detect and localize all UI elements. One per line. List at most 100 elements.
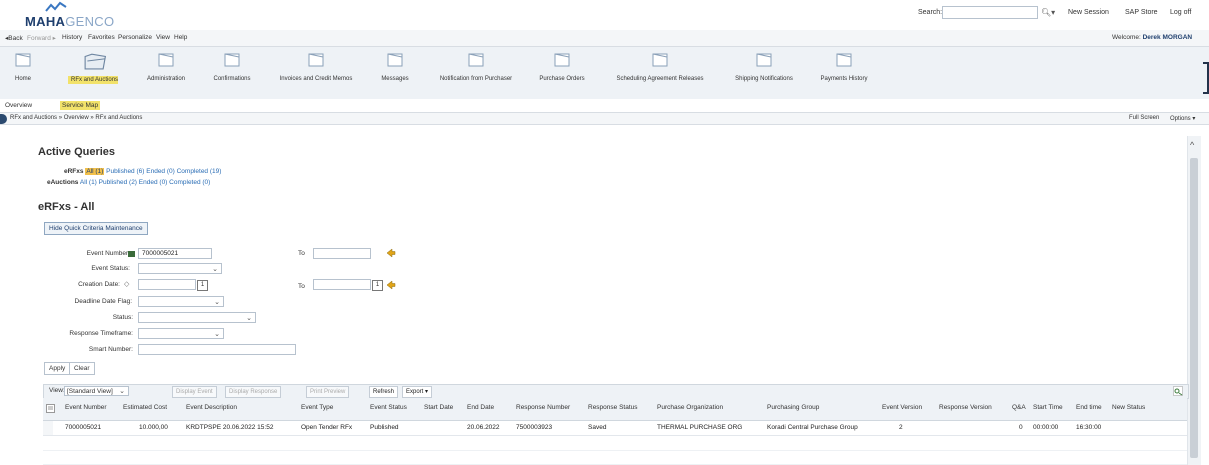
options-menu[interactable]: Options ▾ bbox=[1170, 115, 1195, 122]
display-response-button[interactable]: Display Response bbox=[225, 386, 282, 398]
erfx-published-link[interactable]: Published (6) bbox=[106, 168, 144, 175]
export-button[interactable]: Export ▾ bbox=[402, 386, 433, 398]
nav-scheduling-agreement-releases[interactable]: Scheduling Agreement Releases bbox=[605, 50, 715, 96]
erfx-ended-link[interactable]: Ended (0) bbox=[146, 168, 175, 175]
nav-notification-from-purchaser[interactable]: Notification from Purchaser bbox=[430, 50, 522, 96]
calendar-icon[interactable]: 1 bbox=[372, 280, 383, 291]
nav-shipping-notifications[interactable]: Shipping Notifications bbox=[728, 50, 800, 96]
column-header[interactable]: Estimated Cost bbox=[123, 404, 167, 411]
refresh-button[interactable]: Refresh bbox=[369, 386, 399, 398]
response-timeframe-select[interactable]: ⌄ bbox=[138, 328, 224, 339]
event-number-to-input[interactable] bbox=[313, 248, 371, 259]
nav-purchase-orders[interactable]: Purchase Orders bbox=[533, 50, 591, 96]
new-session-link[interactable]: New Session bbox=[1068, 9, 1109, 16]
eauction-ended-link[interactable]: Ended (0) bbox=[139, 179, 168, 186]
eauction-published-link[interactable]: Published (2) bbox=[99, 179, 137, 186]
folder-icon bbox=[224, 53, 240, 67]
column-header[interactable]: Purchase Organization bbox=[657, 404, 723, 411]
menu-view[interactable]: View bbox=[156, 34, 170, 41]
nav-payments-history[interactable]: Payments History bbox=[812, 50, 876, 96]
purchase-org-cell: THERMAL PURCHASE ORG bbox=[657, 424, 743, 431]
full-screen-link[interactable]: Full Screen bbox=[1129, 115, 1159, 121]
creation-date-to-input[interactable] bbox=[313, 279, 371, 290]
sap-store-link[interactable]: SAP Store bbox=[1125, 9, 1158, 16]
eauction-completed-link[interactable]: Completed (0) bbox=[169, 179, 210, 186]
column-header[interactable]: Start Date bbox=[424, 404, 453, 411]
search-icon[interactable]: 🔍︎▾ bbox=[1041, 8, 1055, 17]
table-settings-icon[interactable] bbox=[1173, 386, 1183, 396]
nav-rfx-and-auctions[interactable]: RFx and Auctions bbox=[68, 50, 118, 96]
event-version-cell: 2 bbox=[899, 424, 903, 431]
multiple-selection-icon[interactable] bbox=[386, 248, 396, 258]
smart-number-input[interactable] bbox=[138, 344, 296, 355]
creation-date-label: Creation Date: bbox=[78, 281, 120, 288]
response-number-link[interactable]: 7500003923 bbox=[516, 424, 552, 431]
display-event-button[interactable]: Display Event bbox=[172, 386, 217, 398]
column-header[interactable]: End Date bbox=[467, 404, 494, 411]
nav-confirmations[interactable]: Confirmations bbox=[208, 50, 256, 96]
event-type-cell: Open Tender RFx bbox=[301, 424, 353, 431]
erfx-all-title: eRFxs - All bbox=[38, 201, 95, 213]
column-header[interactable]: Event Description bbox=[186, 404, 237, 411]
erfx-all-link[interactable]: All (1) bbox=[85, 168, 105, 175]
column-header[interactable]: New Status bbox=[1112, 404, 1145, 411]
nav-invoices-credit-memos[interactable]: Invoices and Credit Memos bbox=[270, 50, 362, 96]
chevron-down-icon: ⌄ bbox=[246, 315, 252, 322]
menu-personalize[interactable]: Personalize bbox=[118, 34, 152, 41]
scroll-thumb[interactable] bbox=[1190, 158, 1198, 458]
breadcrumb[interactable]: RFx and Auctions » Overview » RFx and Au… bbox=[10, 115, 142, 121]
menu-forward[interactable]: Forward ▸ bbox=[27, 34, 56, 42]
deadline-date-flag-label: Deadline Date Flag: bbox=[74, 298, 132, 305]
logo-mark-icon bbox=[45, 1, 67, 12]
status-select[interactable]: ⌄ bbox=[138, 312, 256, 323]
column-header[interactable]: End time bbox=[1076, 404, 1102, 411]
event-number-input[interactable] bbox=[138, 248, 212, 259]
column-header[interactable]: Event Type bbox=[301, 404, 333, 411]
apply-button[interactable]: Apply bbox=[44, 362, 71, 375]
column-header[interactable]: Event Status bbox=[370, 404, 407, 411]
response-status-cell: Saved bbox=[588, 424, 607, 431]
menu-favorites[interactable]: Favorites bbox=[88, 34, 115, 41]
event-description-cell: KRDTPSPE 20.06.2022 15:52 bbox=[186, 424, 274, 431]
subnav-overview[interactable]: Overview bbox=[3, 101, 34, 110]
select-all-icon[interactable] bbox=[46, 404, 55, 413]
hide-quick-criteria-button[interactable]: Hide Quick Criteria Maintenance bbox=[44, 222, 148, 235]
chevron-down-icon: ⌄ bbox=[119, 388, 125, 395]
event-status-select[interactable]: ⌄ bbox=[138, 263, 222, 274]
erfx-completed-link[interactable]: Completed (19) bbox=[177, 168, 222, 175]
nav-administration[interactable]: Administration bbox=[140, 50, 192, 96]
column-header[interactable]: Response Version bbox=[939, 404, 992, 411]
menu-history[interactable]: History bbox=[62, 34, 82, 41]
table-row[interactable]: 7000005021 10.000,00 KRDTPSPE 20.06.2022… bbox=[43, 421, 1187, 436]
menu-help[interactable]: Help bbox=[174, 34, 187, 41]
operator-icon[interactable]: ◇ bbox=[124, 280, 129, 288]
creation-date-from-input[interactable] bbox=[138, 279, 196, 290]
column-header[interactable]: Response Status bbox=[588, 404, 638, 411]
column-header[interactable]: Start Time bbox=[1033, 404, 1063, 411]
event-status-cell: Published bbox=[370, 424, 399, 431]
vertical-scrollbar[interactable]: ^ bbox=[1187, 136, 1201, 465]
menu-back[interactable]: ◂Back bbox=[5, 34, 23, 42]
scroll-up-icon[interactable]: ^ bbox=[1190, 140, 1194, 150]
eauction-all-link[interactable]: All (1) bbox=[80, 179, 97, 186]
event-number-link[interactable]: 7000005021 bbox=[65, 424, 101, 431]
calendar-icon[interactable]: 1 bbox=[197, 280, 208, 291]
column-header[interactable]: Event Version bbox=[882, 404, 922, 411]
log-off-link[interactable]: Log off bbox=[1170, 9, 1191, 16]
deadline-date-flag-select[interactable]: ⌄ bbox=[138, 296, 224, 307]
nav-messages[interactable]: Messages bbox=[378, 50, 412, 96]
view-select[interactable]: [Standard View] ⌄ bbox=[64, 386, 129, 396]
folder-icon bbox=[468, 53, 484, 67]
column-header[interactable]: Event Number bbox=[65, 404, 107, 411]
print-preview-button[interactable]: Print Preview bbox=[306, 386, 350, 398]
subnav-service-map[interactable]: Service Map bbox=[60, 101, 101, 110]
nav-home[interactable]: Home bbox=[8, 50, 38, 96]
row-selector[interactable] bbox=[43, 421, 53, 435]
search-input[interactable] bbox=[942, 6, 1038, 19]
column-header[interactable]: Response Number bbox=[516, 404, 570, 411]
column-header[interactable]: Q&A bbox=[1012, 404, 1026, 411]
clear-button[interactable]: Clear bbox=[69, 362, 95, 375]
column-header[interactable]: Purchasing Group bbox=[767, 404, 819, 411]
multiple-selection-icon[interactable] bbox=[386, 280, 396, 290]
status-label: Status: bbox=[112, 314, 133, 321]
